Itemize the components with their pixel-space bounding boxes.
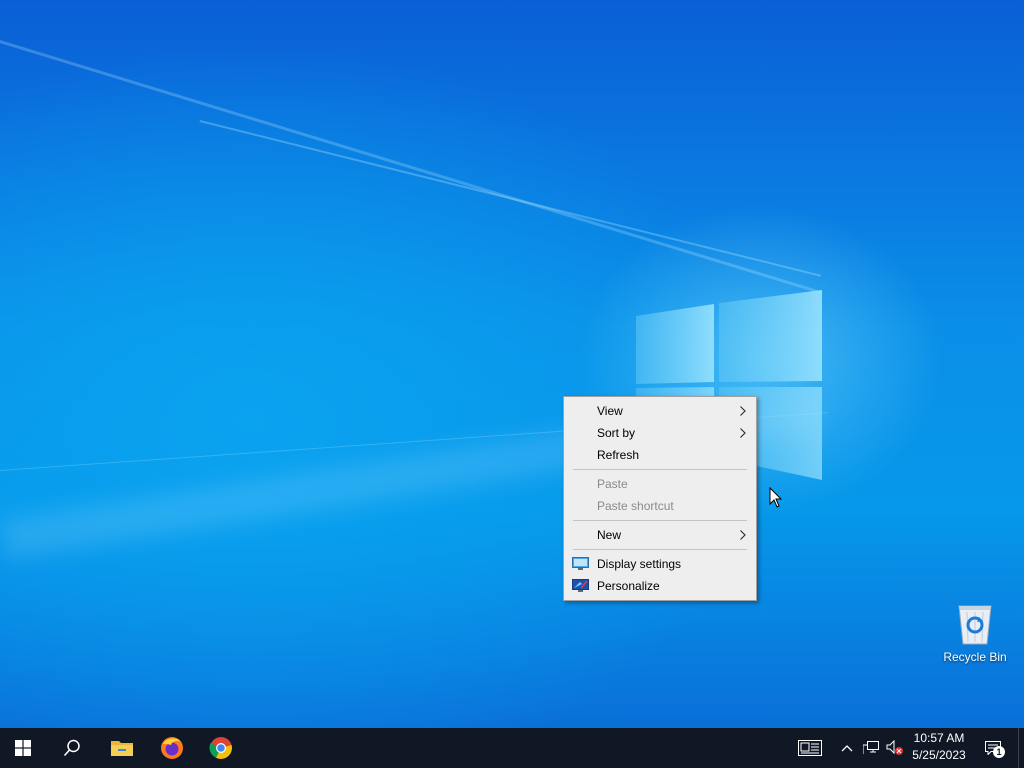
menu-item-label: Sort by xyxy=(597,426,636,440)
recycle-bin-shortcut[interactable]: Recycle Bin xyxy=(938,600,1012,664)
show-desktop-button[interactable] xyxy=(1018,728,1024,768)
menu-item-label: New xyxy=(597,528,622,542)
news-button[interactable] xyxy=(794,728,826,768)
menu-item-label: Refresh xyxy=(597,448,640,462)
light-beam xyxy=(199,120,821,277)
menu-item-label: Display settings xyxy=(597,557,682,571)
action-center-button[interactable]: 1 xyxy=(979,728,1007,768)
menu-item-sort-by[interactable]: Sort by xyxy=(564,422,756,444)
menu-item-paste[interactable]: Paste xyxy=(564,473,756,495)
desktop-context-menu: View Sort by Refresh Paste Paste shortcu… xyxy=(563,396,757,601)
menu-separator xyxy=(573,520,747,521)
taskbar-clock[interactable]: 10:57 AM 5/25/2023 xyxy=(906,730,972,766)
menu-separator xyxy=(573,469,747,470)
news-icon xyxy=(798,740,822,756)
network-button[interactable] xyxy=(860,728,882,768)
chrome-button[interactable] xyxy=(198,728,244,768)
menu-item-view[interactable]: View xyxy=(564,400,756,422)
personalize-icon xyxy=(572,579,589,592)
chevron-right-icon xyxy=(740,406,746,416)
volume-muted-icon xyxy=(886,740,903,755)
menu-item-display-settings[interactable]: Display settings xyxy=(564,553,756,575)
firefox-icon xyxy=(161,737,183,759)
menu-item-refresh[interactable]: Refresh xyxy=(564,444,756,466)
show-hidden-icons-button[interactable] xyxy=(837,728,857,768)
firefox-button[interactable] xyxy=(149,728,195,768)
mouse-cursor-icon xyxy=(769,487,783,508)
menu-item-label: Personalize xyxy=(597,579,660,593)
search-button[interactable] xyxy=(49,728,95,768)
notification-count-badge: 1 xyxy=(993,746,1005,758)
chrome-icon xyxy=(209,737,232,759)
menu-item-personalize[interactable]: Personalize xyxy=(564,575,756,597)
file-explorer-button[interactable] xyxy=(99,728,145,768)
menu-item-new[interactable]: New xyxy=(564,524,756,546)
menu-separator xyxy=(573,549,747,550)
recycle-bin-icon xyxy=(958,605,992,645)
clock-date: 5/25/2023 xyxy=(912,748,966,762)
search-icon xyxy=(63,739,80,757)
menu-item-label: View xyxy=(597,404,623,418)
menu-item-paste-shortcut[interactable]: Paste shortcut xyxy=(564,495,756,517)
menu-item-label: Paste shortcut xyxy=(597,499,674,513)
start-button[interactable] xyxy=(0,728,46,768)
clock-time: 10:57 AM xyxy=(913,731,965,745)
light-beam xyxy=(0,40,823,295)
taskbar: 10:57 AM 5/25/2023 1 xyxy=(0,728,1024,768)
volume-button[interactable] xyxy=(884,728,906,768)
chevron-right-icon xyxy=(740,428,746,438)
file-explorer-icon xyxy=(111,741,133,756)
recycle-bin-label: Recycle Bin xyxy=(943,650,1007,664)
chevron-right-icon xyxy=(740,530,746,540)
display-settings-icon xyxy=(572,557,589,570)
start-icon xyxy=(15,740,31,756)
desktop-background[interactable]: Recycle Bin xyxy=(0,0,1024,728)
network-icon xyxy=(863,741,879,754)
chevron-up-icon xyxy=(841,745,853,752)
menu-item-label: Paste xyxy=(597,477,628,491)
